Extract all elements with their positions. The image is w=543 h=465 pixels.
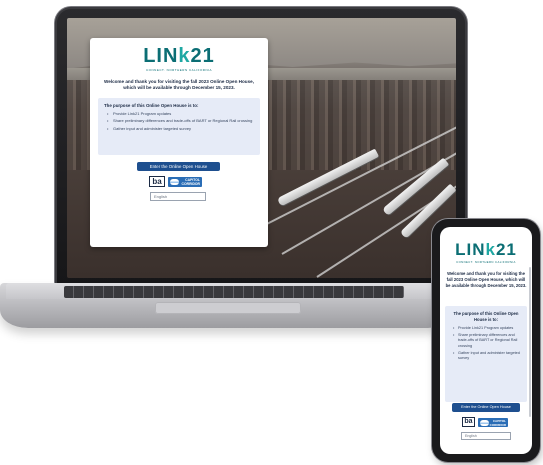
enter-open-house-button[interactable]: Enter the Online Open House bbox=[452, 403, 520, 412]
language-select[interactable]: English bbox=[461, 432, 511, 440]
welcome-message: Welcome and thank you for visiting the f… bbox=[445, 271, 527, 288]
purpose-panel: The purpose of this Online Open House is… bbox=[445, 306, 527, 402]
scrollbar[interactable] bbox=[529, 267, 531, 417]
purpose-panel: The purpose of this Online Open House is… bbox=[98, 98, 260, 155]
wave-icon bbox=[480, 420, 489, 426]
list-item: Gather input and administer targeted sur… bbox=[107, 126, 257, 132]
purpose-title: The purpose of this Online Open House is… bbox=[104, 103, 199, 108]
enter-open-house-button[interactable]: Enter the Online Open House bbox=[137, 162, 220, 171]
link21-logo: LINk21 bbox=[455, 240, 517, 259]
trackpad bbox=[155, 302, 301, 314]
list-item: Share preliminary differences and trade-… bbox=[107, 118, 257, 124]
open-house-card: LINk21 CONNECT. NORTHERN CALIFORNIA Welc… bbox=[90, 38, 268, 247]
laptop-base bbox=[0, 283, 456, 328]
capitol-corridor-logo: CAPITOL CORRIDOR bbox=[168, 177, 202, 187]
phone-screen: LINk21 CONNECT. NORTHERN CALIFORNIA Welc… bbox=[440, 227, 532, 454]
list-item: Share preliminary differences and trade-… bbox=[453, 333, 521, 349]
laptop-deck bbox=[6, 283, 450, 299]
link21-logo: LINk21 bbox=[143, 45, 215, 67]
list-item: Provide Link21 Program updates bbox=[453, 326, 521, 331]
list-item: Gather input and administer targeted sur… bbox=[453, 351, 521, 361]
wave-icon bbox=[170, 179, 179, 185]
partner-logos: ba CAPITOL CORRIDOR bbox=[462, 417, 512, 427]
bart-logo: ba bbox=[462, 417, 475, 427]
purpose-title: The purpose of this Online Open House is… bbox=[453, 311, 519, 322]
list-item: Provide Link21 Program updates bbox=[107, 111, 257, 117]
logo-tagline: CONNECT. NORTHERN CALIFORNIA bbox=[146, 68, 212, 72]
bart-logo: ba bbox=[149, 176, 165, 187]
purpose-list: Provide Link21 Program updates Share pre… bbox=[453, 326, 521, 363]
partner-logos: ba CAPITOL CORRIDOR bbox=[149, 176, 209, 188]
keyboard bbox=[64, 286, 404, 298]
language-select[interactable]: English bbox=[150, 192, 206, 201]
capitol-corridor-logo: CAPITOL CORRIDOR bbox=[478, 418, 508, 427]
purpose-list: Provide Link21 Program updates Share pre… bbox=[107, 111, 257, 133]
logo-tagline: CONNECT. NORTHERN CALIFORNIA bbox=[456, 260, 516, 264]
welcome-message: Welcome and thank you for visiting the f… bbox=[103, 79, 254, 90]
